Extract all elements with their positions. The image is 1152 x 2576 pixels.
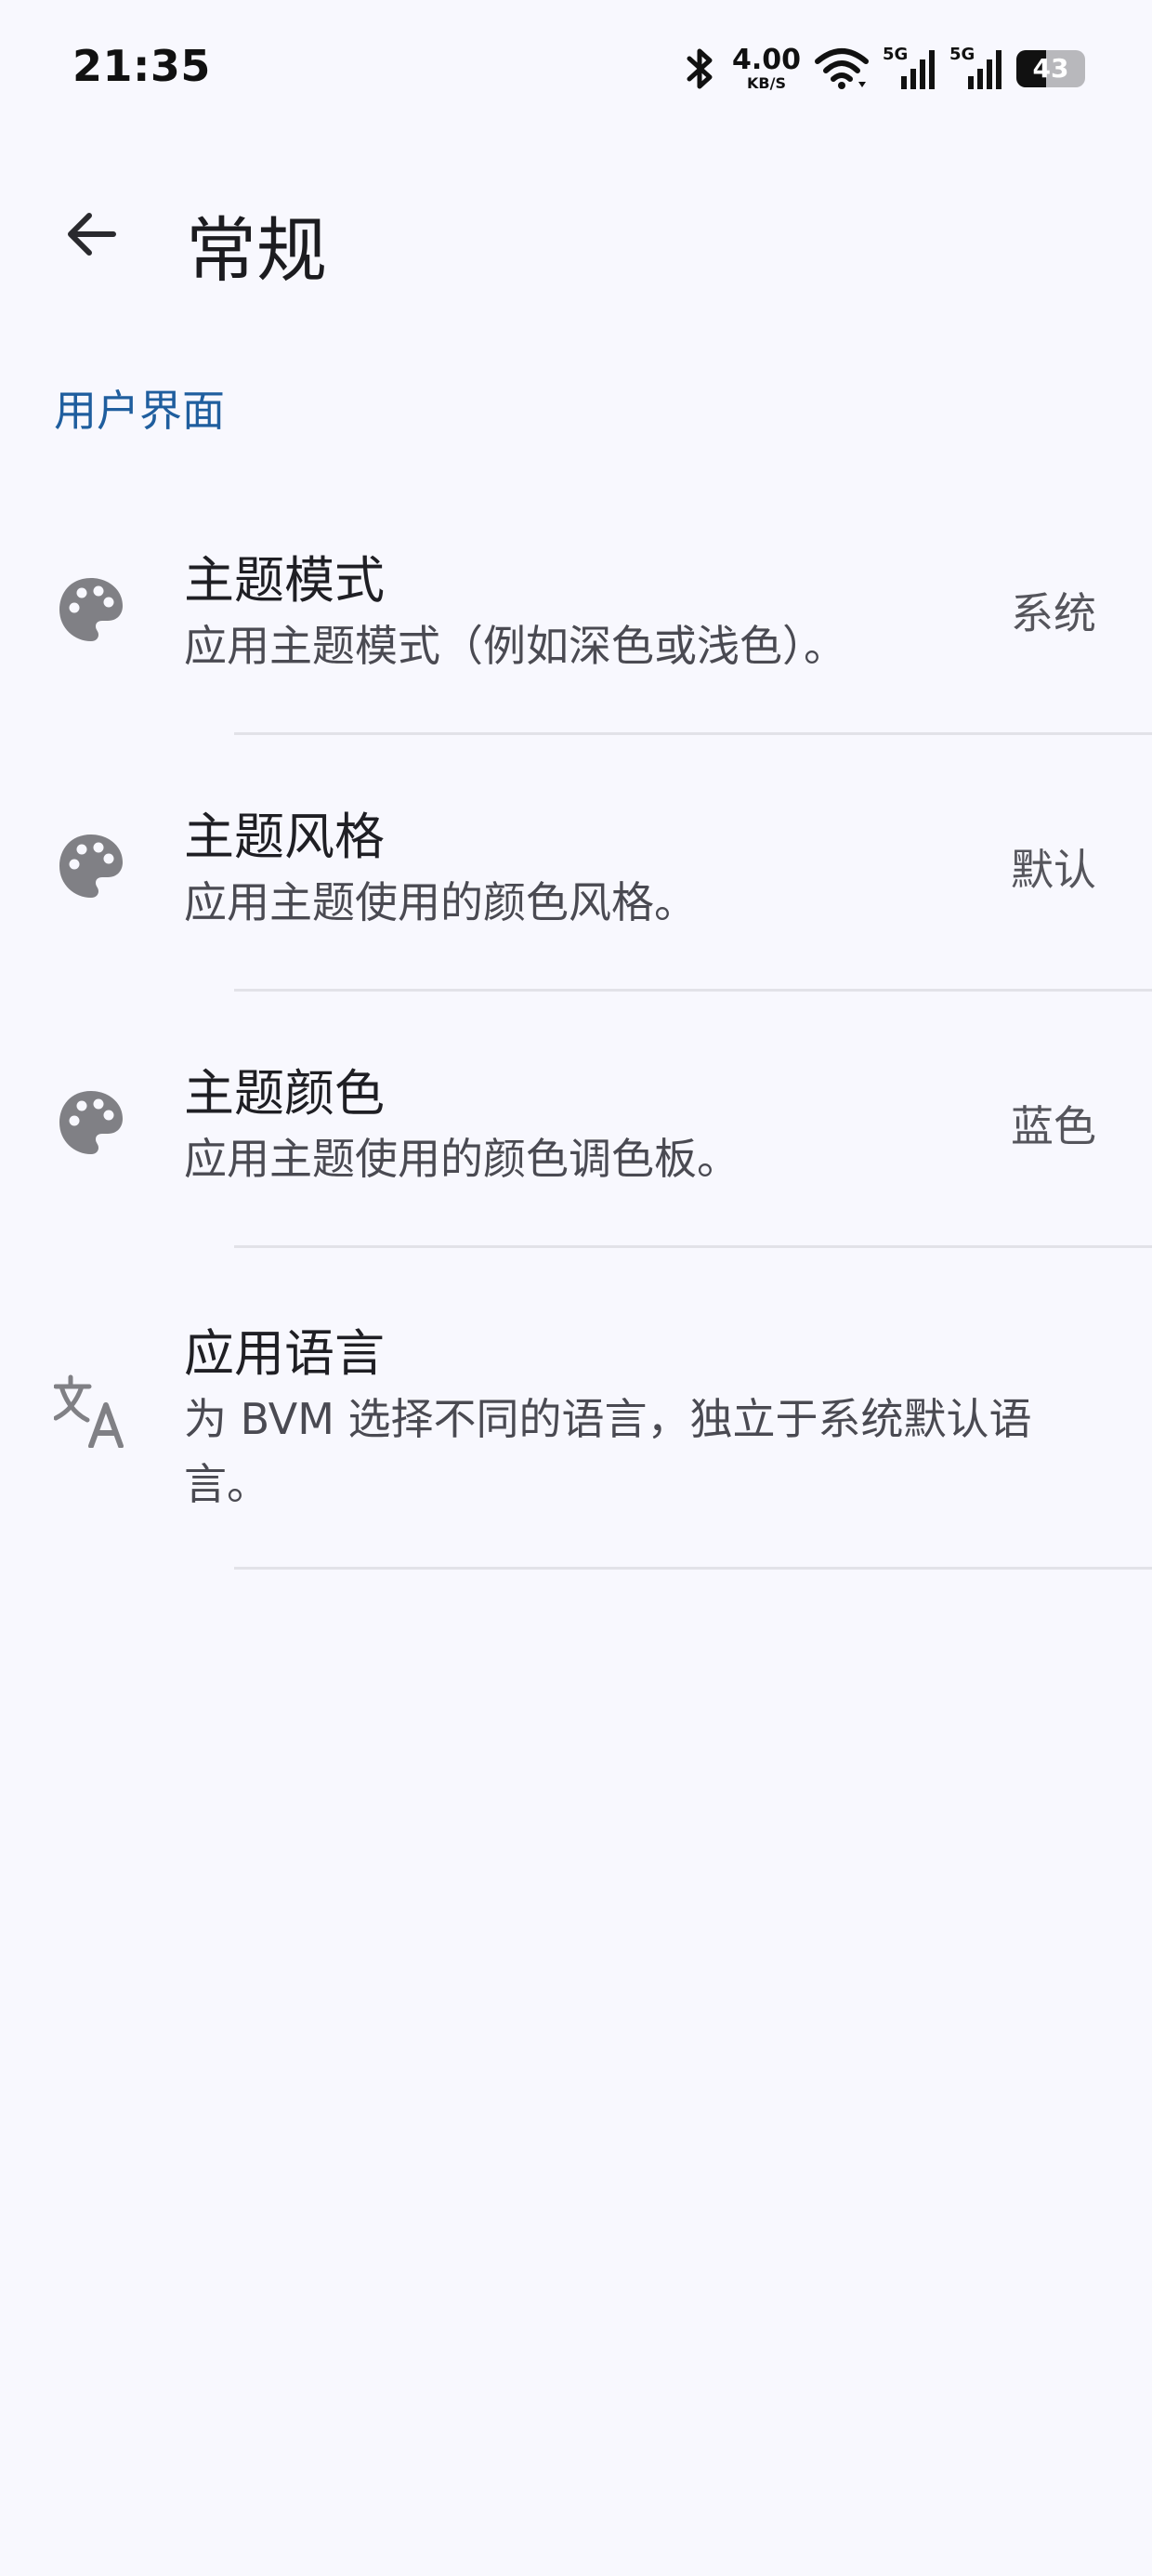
setting-title: 主题模式 [184, 551, 385, 610]
divider [234, 1245, 1152, 1248]
setting-title: 主题风格 [184, 808, 385, 866]
wifi-icon [814, 46, 870, 91]
divider [234, 1567, 1152, 1570]
palette-icon [54, 829, 128, 903]
setting-summary: 应用主题使用的颜色风格。 [184, 877, 697, 927]
status-icons: 4.00 KB/S 5G 5G 43 [682, 41, 1085, 97]
setting-app-language[interactable]: 应用语言 为 BVM 选择不同的语言，独立于系统默认语言。 [0, 1253, 1152, 1574]
setting-summary: 应用主题模式（例如深色或浅色）。 [184, 621, 846, 671]
setting-theme-style[interactable]: 主题风格 应用主题使用的颜色风格。 默认 [0, 740, 1152, 996]
status-bar: 21:35 4.00 KB/S 5G 5G 43 [0, 0, 1152, 139]
arrow-back-icon [61, 204, 121, 268]
bluetooth-icon [682, 46, 719, 92]
signal-icon-2: 5G [949, 45, 1003, 91]
section-header-ui: 用户界面 [54, 386, 225, 436]
net-speed: 4.00 KB/S [732, 46, 801, 91]
divider [234, 989, 1152, 992]
setting-title: 主题颜色 [184, 1064, 385, 1123]
signal-icon: 5G [883, 45, 936, 91]
settings-list: 主题模式 应用主题模式（例如深色或浅色）。 系统 主题风格 应用主题使用的颜色风… [0, 483, 1152, 1574]
setting-value: 系统 [1011, 588, 1096, 638]
battery-level: 43 [1032, 53, 1069, 84]
app-bar: 常规 [0, 167, 1152, 297]
divider [234, 732, 1152, 735]
page-title: 常规 [186, 209, 327, 292]
setting-value: 蓝色 [1011, 1101, 1096, 1151]
translate-icon [53, 1373, 128, 1449]
status-time: 21:35 [72, 41, 211, 91]
palette-icon [54, 1085, 128, 1160]
setting-summary: 应用主题使用的颜色调色板。 [184, 1134, 740, 1184]
setting-theme-color[interactable]: 主题颜色 应用主题使用的颜色调色板。 蓝色 [0, 996, 1152, 1253]
palette-icon [54, 572, 128, 647]
battery-icon: 43 [1016, 50, 1085, 87]
setting-title: 应用语言 [184, 1324, 385, 1383]
back-button[interactable] [54, 199, 128, 273]
setting-value: 默认 [1011, 845, 1096, 895]
setting-theme-mode[interactable]: 主题模式 应用主题模式（例如深色或浅色）。 系统 [0, 483, 1152, 740]
net-speed-value: 4.00 [731, 44, 801, 76]
setting-summary: 为 BVM 选择不同的语言，独立于系统默认语言。 [184, 1394, 1032, 1509]
net-speed-unit: KB/S [747, 74, 786, 92]
